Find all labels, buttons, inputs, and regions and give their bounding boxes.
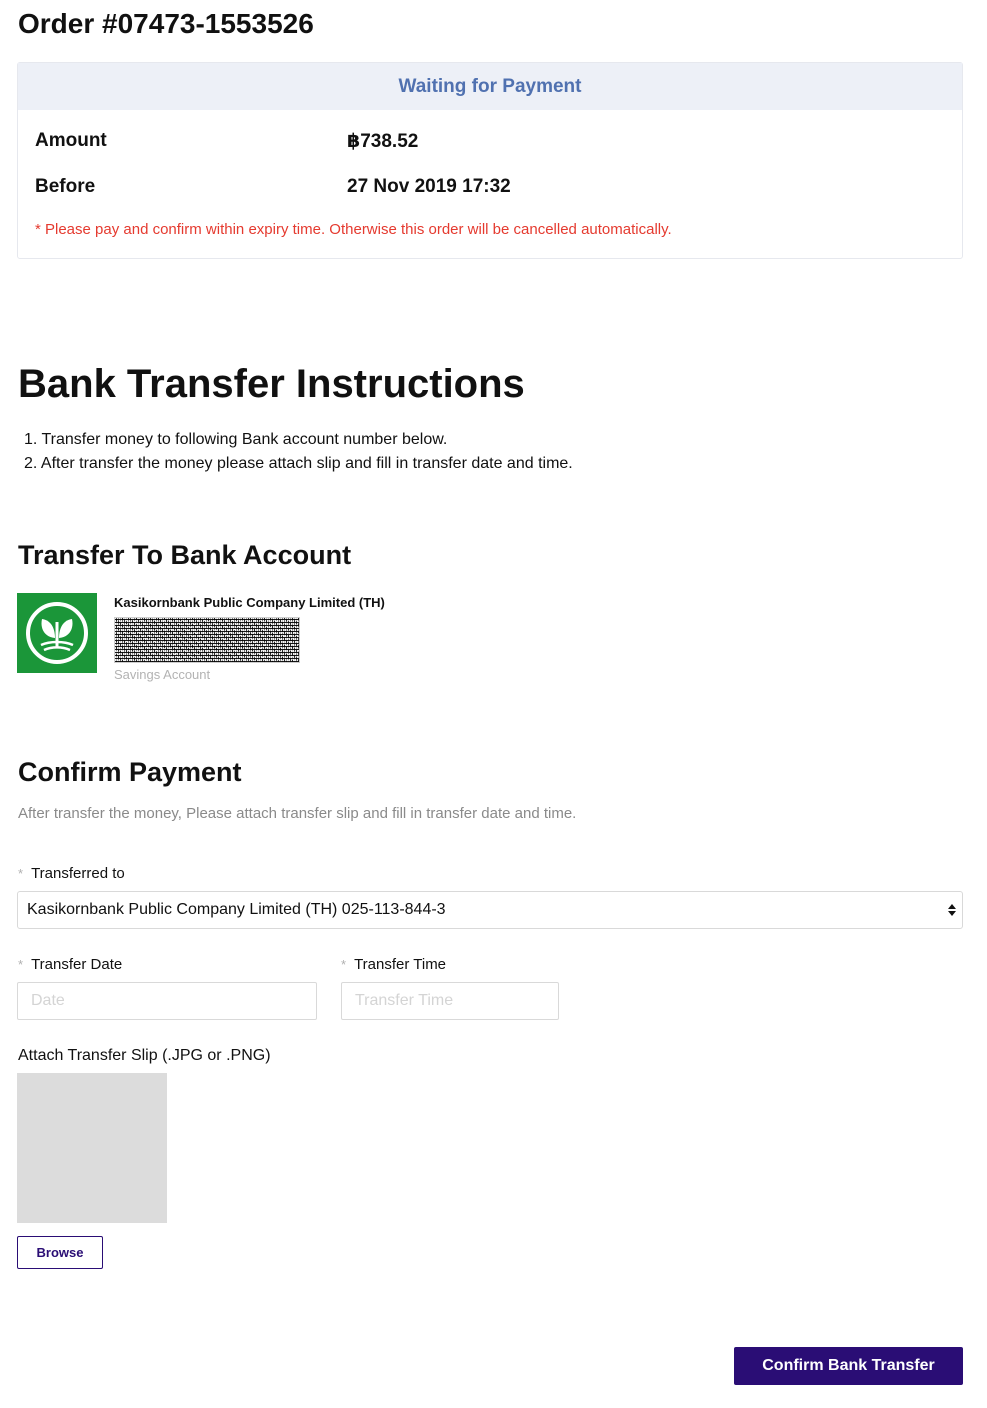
transfer-date-label: * Transfer Date <box>18 956 122 973</box>
payment-status-card: Waiting for Payment Amount ฿738.52 Befor… <box>17 62 963 259</box>
select-arrows-icon <box>948 904 956 916</box>
amount-label: Amount <box>35 130 107 151</box>
transferred-to-value: Kasikornbank Public Company Limited (TH)… <box>27 901 446 918</box>
before-value: 27 Nov 2019 17:32 <box>347 176 511 197</box>
browse-button[interactable]: Browse <box>17 1236 103 1269</box>
transfer-time-label-text: Transfer Time <box>354 956 447 973</box>
transfer-date-input[interactable] <box>17 982 317 1020</box>
instruction-step: 1. Transfer money to following Bank acco… <box>24 431 448 448</box>
confirm-description: After transfer the money, Please attach … <box>18 805 577 822</box>
confirm-bank-transfer-button[interactable]: Confirm Bank Transfer <box>734 1347 963 1385</box>
amount-value: ฿738.52 <box>347 131 419 152</box>
instructions-heading: Bank Transfer Instructions <box>18 362 525 406</box>
instruction-step: 2. After transfer the money please attac… <box>24 455 573 472</box>
account-number-redacted <box>114 617 300 663</box>
account-type: Savings Account <box>114 667 211 682</box>
bank-name: Kasikornbank Public Company Limited (TH) <box>114 595 385 610</box>
kasikorn-leaf-icon <box>26 602 88 664</box>
instructions-list: 1. Transfer money to following Bank acco… <box>24 428 573 476</box>
required-mark: * <box>18 957 24 972</box>
transfer-time-input[interactable] <box>341 982 559 1020</box>
before-label: Before <box>35 176 96 197</box>
transfer-time-label: * Transfer Time <box>341 956 446 973</box>
transferred-to-label-text: Transferred to <box>31 865 125 882</box>
required-mark: * <box>18 866 24 881</box>
status-header: Waiting for Payment <box>18 63 962 110</box>
required-mark: * <box>341 957 347 972</box>
confirm-payment-heading: Confirm Payment <box>18 757 242 787</box>
transferred-to-label: * Transferred to <box>18 865 125 882</box>
bank-logo <box>17 593 97 673</box>
transferred-to-select[interactable]: Kasikornbank Public Company Limited (TH)… <box>17 891 963 929</box>
transfer-date-label-text: Transfer Date <box>31 956 123 973</box>
expiry-warning: * Please pay and confirm within expiry t… <box>35 221 672 238</box>
order-title: Order #07473-1553526 <box>18 8 314 39</box>
transfer-to-heading: Transfer To Bank Account <box>18 540 352 570</box>
slip-preview <box>17 1073 167 1223</box>
attach-slip-label: Attach Transfer Slip (.JPG or .PNG) <box>18 1047 271 1064</box>
